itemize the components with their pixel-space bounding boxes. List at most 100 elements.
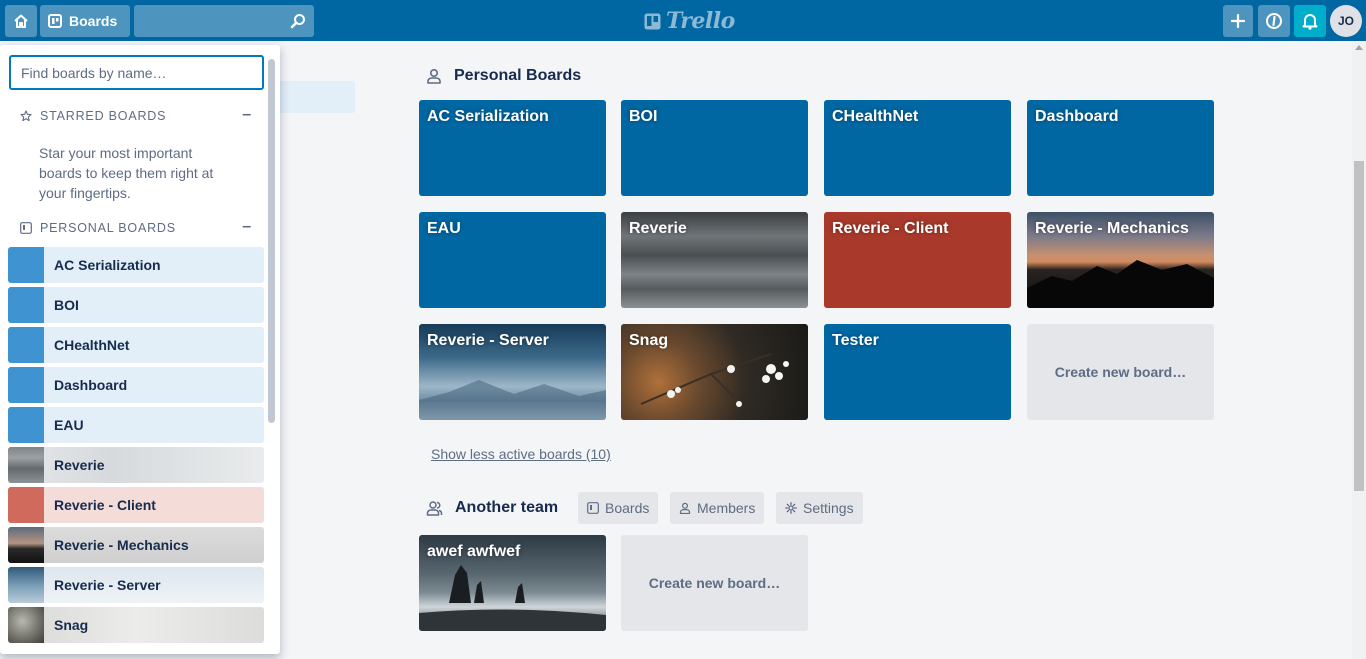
info-icon: [1266, 13, 1282, 29]
create-new-board-label: Create new board…: [1054, 364, 1187, 380]
home-button[interactable]: [5, 5, 37, 37]
page-scrollbar[interactable]: [1352, 41, 1366, 659]
drawer-board-label: BOI: [54, 297, 79, 313]
drawer-board-label: Snag: [54, 617, 89, 633]
sidebar-ghost-item[interactable]: [270, 81, 355, 113]
personal-boards-section-title: Personal Boards: [426, 67, 581, 85]
board-tile-title: EAU: [427, 220, 461, 237]
drawer-board-item[interactable]: Reverie - Mechanics: [8, 527, 264, 563]
create-new-team-board-tile[interactable]: Create new board…: [621, 535, 808, 631]
drawer-board-item[interactable]: Reverie: [8, 447, 264, 483]
scroll-up-arrow-icon[interactable]: [1355, 45, 1363, 50]
board-tile[interactable]: Tester: [824, 324, 1011, 420]
personal-boards-header[interactable]: PERSONAL BOARDS –: [20, 219, 260, 237]
drawer-board-item[interactable]: Reverie - Client: [8, 487, 264, 523]
board-tile[interactable]: Reverie - Server: [419, 324, 606, 420]
board-tile-title: awef awfwef: [427, 543, 521, 560]
board-tile[interactable]: Reverie - Client: [824, 212, 1011, 308]
board-tile[interactable]: BOI: [621, 100, 808, 196]
board-tile[interactable]: Reverie - Mechanics: [1027, 212, 1214, 308]
trello-logo-icon: [644, 13, 661, 29]
team-members-tab-label: Members: [697, 500, 756, 516]
board-icon: [587, 502, 599, 514]
board-tile[interactable]: Dashboard: [1027, 100, 1214, 196]
drawer-board-item[interactable]: AC Serialization: [8, 247, 264, 283]
board-thumb: [8, 327, 44, 363]
notifications-button[interactable]: [1294, 5, 1326, 37]
board-icon: [20, 222, 32, 234]
header-search-input[interactable]: [134, 5, 314, 37]
board-tile[interactable]: AC Serialization: [419, 100, 606, 196]
board-tile-title: Reverie - Server: [427, 332, 549, 349]
drawer-board-label: Reverie - Mechanics: [54, 537, 189, 553]
info-button[interactable]: [1258, 5, 1290, 37]
board-tile-title: AC Serialization: [427, 108, 549, 125]
board-thumb: [8, 287, 44, 323]
team-members-tab[interactable]: Members: [670, 492, 765, 524]
person-icon: [679, 502, 691, 514]
starred-boards-header[interactable]: STARRED BOARDS –: [20, 107, 260, 125]
starred-boards-heading: STARRED BOARDS: [40, 109, 167, 123]
show-less-active-boards-link[interactable]: Show less active boards (10): [431, 446, 611, 462]
personal-boards-title: Personal Boards: [454, 67, 582, 84]
drawer-board-label: Reverie - Server: [54, 577, 161, 593]
drawer-board-item[interactable]: EAU: [8, 407, 264, 443]
page-scrollbar-thumb[interactable]: [1354, 161, 1364, 491]
board-thumb: [8, 447, 44, 483]
top-header: Boards Trello JO: [0, 0, 1366, 41]
board-tile-title: CHealthNet: [832, 108, 919, 125]
boards-button[interactable]: Boards: [40, 5, 130, 37]
person-icon: [427, 68, 441, 84]
team-section-title: Another team: [426, 499, 558, 517]
find-boards-input[interactable]: [9, 55, 264, 90]
team-boards-tab-label: Boards: [605, 500, 650, 516]
create-button[interactable]: [1223, 5, 1253, 37]
drawer-board-label: Dashboard: [54, 377, 128, 393]
board-thumb: [8, 527, 44, 563]
mountain-silhouette: [1027, 260, 1214, 308]
board-tile[interactable]: awef awfwef: [419, 535, 606, 631]
drawer-board-item[interactable]: BOI: [8, 287, 264, 323]
drawer-board-item[interactable]: Reverie - Server: [8, 567, 264, 603]
board-thumb: [8, 567, 44, 603]
board-tile-title: Reverie: [629, 220, 687, 237]
team-icon: [426, 501, 443, 516]
board-tile[interactable]: CHealthNet: [824, 100, 1011, 196]
personal-boards-heading: PERSONAL BOARDS: [40, 221, 176, 235]
team-settings-tab-label: Settings: [803, 500, 854, 516]
board-thumb: [8, 247, 44, 283]
drawer-board-label: Reverie - Client: [54, 497, 156, 513]
search-icon[interactable]: [290, 13, 306, 29]
starred-hint: Star your most important boards to keep …: [39, 145, 214, 201]
avatar[interactable]: JO: [1330, 5, 1362, 37]
drawer-scrollbar[interactable]: [268, 59, 275, 423]
misty-mountains: [419, 380, 606, 420]
board-tile-title: Snag: [629, 332, 669, 349]
create-new-board-label: Create new board…: [648, 575, 781, 591]
drawer-board-label: CHealthNet: [54, 337, 130, 353]
board-thumb: [8, 367, 44, 403]
drawer-board-item[interactable]: Dashboard: [8, 367, 264, 403]
drawer-board-item[interactable]: CHealthNet: [8, 327, 264, 363]
create-new-board-tile[interactable]: Create new board…: [1027, 324, 1214, 420]
star-icon: [20, 110, 32, 122]
trello-logo[interactable]: Trello: [644, 7, 735, 35]
team-boards-tab[interactable]: Boards: [578, 492, 659, 524]
team-title: Another team: [455, 499, 559, 516]
logo-text: Trello: [666, 8, 735, 34]
bell-icon: [1302, 14, 1318, 30]
drawer-board-item[interactable]: Snag: [8, 607, 264, 643]
collapse-personal-icon[interactable]: –: [242, 219, 252, 235]
board-tile[interactable]: Snag: [621, 324, 808, 420]
board-thumb: [8, 407, 44, 443]
board-tile-title: Tester: [832, 332, 879, 349]
board-tile[interactable]: Reverie: [621, 212, 808, 308]
board-tile[interactable]: EAU: [419, 212, 606, 308]
drawer-board-label: Reverie: [54, 457, 105, 473]
plus-icon: [1230, 13, 1246, 29]
board-tile-title: Reverie - Client: [832, 220, 949, 237]
drawer-board-label: AC Serialization: [54, 257, 161, 273]
board-tile-title: BOI: [629, 108, 658, 125]
team-settings-tab[interactable]: Settings: [776, 492, 863, 524]
collapse-starred-icon[interactable]: –: [242, 107, 252, 123]
